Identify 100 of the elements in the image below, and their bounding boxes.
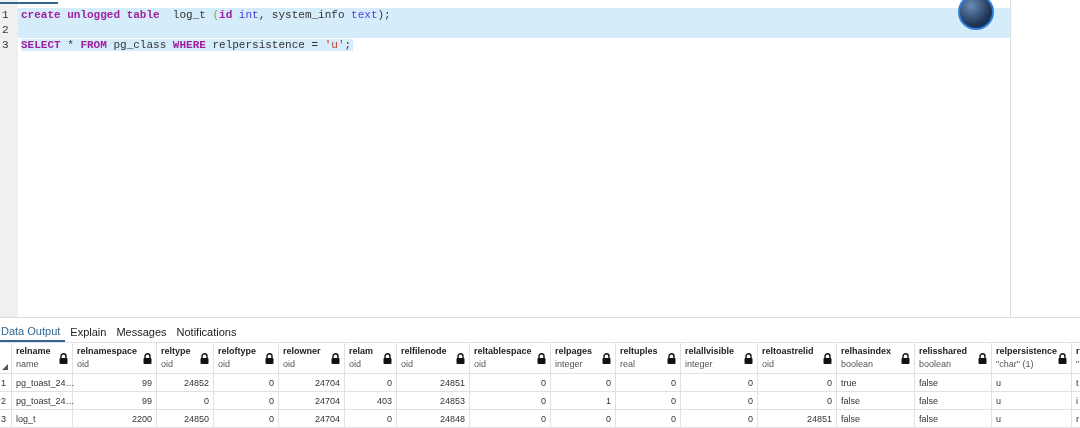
table-cell: 403	[345, 392, 397, 409]
column-name: relowner	[283, 345, 321, 358]
column-type: oid	[283, 358, 296, 371]
table-cell: 99	[73, 374, 157, 391]
table-cell: 0	[616, 392, 681, 409]
table-cell: 24704	[279, 374, 345, 391]
column-name: relhasindex	[841, 345, 892, 358]
column-header[interactable]: relam oid	[345, 343, 397, 373]
column-type: boolean	[919, 358, 953, 371]
column-header[interactable]: reltoastrelid oid	[758, 343, 837, 373]
table-cell: 0	[616, 374, 681, 391]
table-cell: 1	[551, 392, 616, 409]
column-type: oid	[762, 358, 775, 371]
column-name: relnamespace	[77, 345, 138, 358]
column-header[interactable]: relhasindex boolean	[837, 343, 915, 373]
table-cell: pg_toast_24…	[12, 374, 73, 391]
column-header[interactable]: relowner oid	[279, 343, 345, 373]
table-cell: 0	[214, 410, 279, 427]
column-name: reltoastrelid	[762, 345, 814, 358]
column-name: reltype	[161, 345, 191, 358]
table-cell: 0	[758, 374, 837, 391]
table-cell: 24704	[279, 410, 345, 427]
table-cell: 24852	[157, 374, 214, 391]
round-button[interactable]	[958, 0, 994, 30]
table-cell: 0	[157, 392, 214, 409]
table-cell: u	[992, 410, 1072, 427]
table-cell: 24848	[397, 410, 470, 427]
corner-triangle-icon	[2, 364, 8, 370]
table-cell: i	[1072, 392, 1080, 409]
column-header[interactable]: reloftype oid	[214, 343, 279, 373]
results-tab[interactable]: Notifications	[171, 322, 242, 342]
column-header[interactable]: r "	[1072, 343, 1080, 373]
table-cell: u	[992, 392, 1072, 409]
table-cell: 24850	[157, 410, 214, 427]
line-number: 3	[1, 38, 10, 53]
table-cell: 24851	[758, 410, 837, 427]
results-tab[interactable]: Messages	[111, 322, 172, 342]
column-type: oid	[218, 358, 231, 371]
column-header[interactable]: relpages integer	[551, 343, 616, 373]
column-name: r	[1076, 345, 1080, 358]
column-type: integer	[685, 358, 714, 371]
table-cell: 0	[345, 374, 397, 391]
column-type: oid	[401, 358, 414, 371]
column-name: relname	[16, 345, 51, 358]
column-header[interactable]: reltuples real	[616, 343, 681, 373]
column-type: integer	[555, 358, 584, 371]
column-header[interactable]: relisshared boolean	[915, 343, 992, 373]
table-cell: 24851	[397, 374, 470, 391]
column-name: relallvisible	[685, 345, 735, 358]
results-tab[interactable]: Data Output	[0, 322, 66, 342]
table-cell: 0	[470, 392, 551, 409]
column-name: relfilenode	[401, 345, 447, 358]
column-header[interactable]: reltablespace oid	[470, 343, 551, 373]
column-header[interactable]: relallvisible integer	[681, 343, 758, 373]
column-header[interactable]: relnamespace oid	[73, 343, 157, 373]
table-cell: 0	[681, 392, 758, 409]
column-type: "	[1076, 358, 1080, 371]
table-cell: 0	[214, 392, 279, 409]
table-cell: 24704	[279, 392, 345, 409]
table-cell: r	[1072, 410, 1080, 427]
column-type: name	[16, 358, 40, 371]
table-cell: false	[915, 374, 992, 391]
table-cell: false	[915, 392, 992, 409]
table-cell: 24853	[397, 392, 470, 409]
line-number: 1	[1, 8, 10, 23]
column-type: oid	[77, 358, 90, 371]
table-cell: t	[1072, 374, 1080, 391]
row-number: 2	[0, 392, 12, 409]
column-header[interactable]: reltype oid	[157, 343, 214, 373]
column-type: oid	[161, 358, 174, 371]
column-name: relpersistence	[996, 345, 1058, 358]
column-header[interactable]: relpersistence "char" (1)	[992, 343, 1072, 373]
table-cell: 0	[616, 410, 681, 427]
table-cell: u	[992, 374, 1072, 391]
row-number: 1	[0, 374, 12, 391]
results-tab[interactable]: Explain	[65, 322, 112, 342]
table-cell: pg_toast_24…	[12, 392, 73, 409]
table-cell: 0	[470, 374, 551, 391]
table-cell: false	[915, 410, 992, 427]
table-cell: 0	[470, 410, 551, 427]
column-type: oid	[349, 358, 362, 371]
column-name: relpages	[555, 345, 593, 358]
column-type: "char" (1)	[996, 358, 1035, 371]
table-cell: log_t	[12, 410, 73, 427]
column-type: boolean	[841, 358, 875, 371]
table-cell: 2200	[73, 410, 157, 427]
column-header[interactable]: relname name	[12, 343, 73, 373]
table-cell: 99	[73, 392, 157, 409]
column-header[interactable]: relfilenode oid	[397, 343, 470, 373]
table-cell: 0	[551, 374, 616, 391]
column-name: reltablespace	[474, 345, 532, 358]
row-number: 3	[0, 410, 12, 427]
column-name: relisshared	[919, 345, 968, 358]
table-cell: 0	[681, 410, 758, 427]
table-cell: 0	[345, 410, 397, 427]
table-cell: 0	[681, 374, 758, 391]
table-cell: false	[837, 392, 915, 409]
table-cell: 0	[214, 374, 279, 391]
table-cell: 0	[551, 410, 616, 427]
column-name: relam	[349, 345, 374, 358]
